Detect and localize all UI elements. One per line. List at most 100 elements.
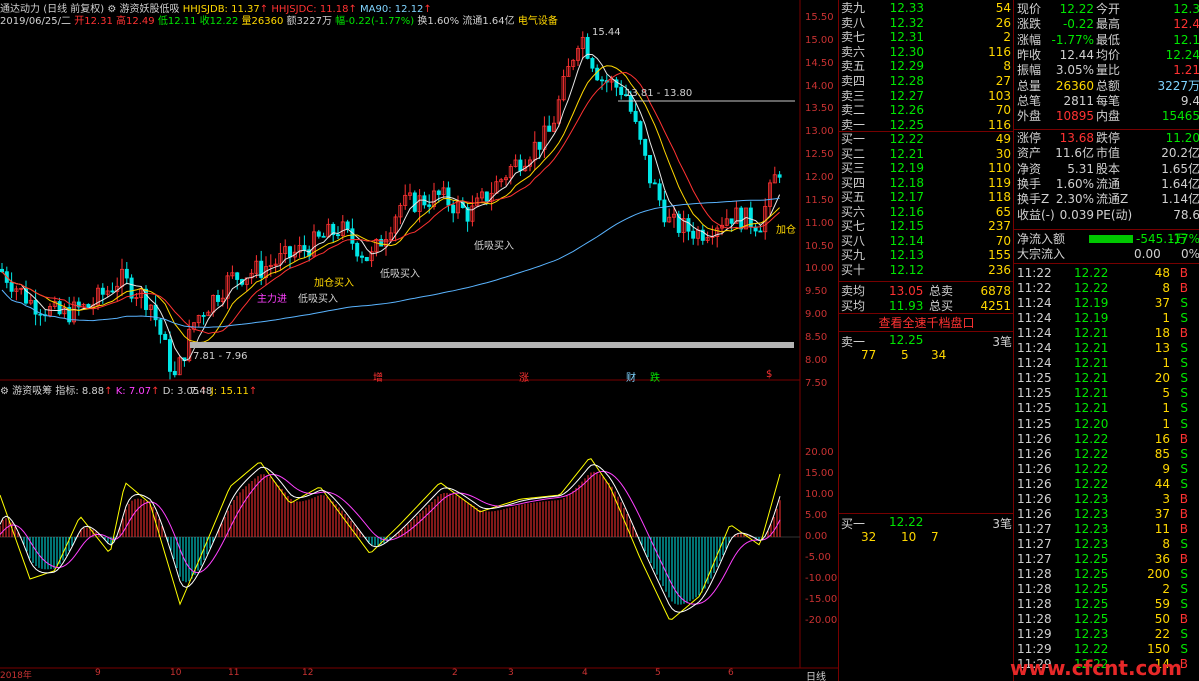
candle-body[interactable] — [547, 125, 552, 132]
depth-sell-price: 12.25 — [889, 333, 924, 347]
candle-body[interactable] — [167, 339, 172, 372]
chart-area[interactable]: 通达动力 (日线 前复权) ⚙ 游资妖股低吸 HHJSJDB: 11.37↑ H… — [0, 0, 838, 681]
candle-body[interactable] — [124, 268, 129, 279]
candle-body[interactable] — [172, 370, 177, 376]
settings-icon[interactable]: ⚙ — [0, 386, 9, 397]
tick-side: S — [1180, 356, 1188, 371]
sell-level[interactable]: 卖三 12.27 103 — [839, 89, 1014, 103]
buy-level[interactable]: 买八 12.14 70 — [839, 234, 1014, 248]
candle-body[interactable] — [652, 182, 657, 185]
candle-body[interactable] — [163, 333, 168, 340]
candle-body[interactable] — [287, 246, 292, 258]
buy-level[interactable]: 买七 12.15 237 — [839, 219, 1014, 233]
buy-level[interactable]: 买四 12.18 119 — [839, 176, 1014, 190]
candle-body[interactable] — [201, 315, 206, 317]
candle-body[interactable] — [537, 141, 542, 150]
candle-body[interactable] — [662, 199, 667, 223]
candle-body[interactable] — [110, 290, 115, 293]
buy-level[interactable]: 买十 12.12 236 — [839, 263, 1014, 277]
candle-body[interactable] — [436, 190, 441, 195]
candle-body[interactable] — [100, 287, 105, 295]
tick-volume: 8 — [1162, 536, 1170, 551]
bar-sector[interactable]: 电气设备 — [518, 16, 558, 27]
candle-body[interactable] — [518, 159, 523, 172]
candle-body[interactable] — [633, 110, 638, 122]
candle-body[interactable] — [364, 256, 369, 262]
candle-body[interactable] — [595, 67, 600, 81]
candle-body[interactable] — [638, 121, 643, 140]
time-tick-label: 5 — [655, 668, 661, 678]
candle-body[interactable] — [33, 299, 38, 315]
candle-body[interactable] — [412, 192, 417, 212]
signal-low-buy-3: 低吸买入 — [474, 241, 514, 252]
buy-level[interactable]: 买一 12.22 49 — [839, 132, 1014, 146]
candle-body[interactable] — [657, 183, 662, 201]
candle-body[interactable] — [686, 218, 691, 232]
block-inflow-row[interactable]: 大宗流入 0.00 0% — [1014, 246, 1199, 263]
candle-body[interactable] — [619, 86, 624, 96]
buy-level-label: 买三 — [841, 161, 866, 175]
tick-volume: 13 — [1154, 341, 1170, 356]
kdj-name[interactable]: 游资吸筹 — [12, 386, 52, 397]
buy-level-price: 12.15 — [889, 219, 924, 233]
candle-body[interactable] — [590, 58, 595, 69]
buy-level[interactable]: 买六 12.16 65 — [839, 205, 1014, 219]
sell-level[interactable]: 卖四 12.28 27 — [839, 74, 1014, 88]
candle-body[interactable] — [321, 235, 326, 238]
buy-level[interactable]: 买二 12.21 30 — [839, 147, 1014, 161]
depth-sell-head[interactable]: 卖一 12.25 3笔 — [839, 333, 1014, 349]
candle-body[interactable] — [350, 228, 355, 244]
buy-level[interactable]: 买九 12.13 155 — [839, 248, 1014, 262]
candle-body[interactable] — [86, 303, 91, 308]
candle-body[interactable] — [758, 230, 763, 233]
candle-body[interactable] — [0, 268, 4, 273]
marker-4[interactable]: 跌 — [650, 369, 660, 384]
buy-level[interactable]: 买五 12.17 118 — [839, 190, 1014, 204]
candle-body[interactable] — [235, 272, 240, 280]
candle-body[interactable] — [38, 313, 43, 316]
candle-body[interactable] — [484, 191, 489, 202]
sell-level[interactable]: 卖八 12.32 26 — [839, 16, 1014, 30]
sell-level[interactable]: 卖二 12.26 70 — [839, 103, 1014, 117]
buy-level[interactable]: 买三 12.19 110 — [839, 161, 1014, 175]
candle-body[interactable] — [427, 204, 432, 207]
period-button[interactable]: 日线 — [806, 668, 826, 681]
tick-time: 11:26 — [1017, 446, 1052, 461]
full-depth-button[interactable]: 查看全速千档盘口 — [839, 314, 1014, 330]
candle-body[interactable] — [335, 234, 340, 237]
sell-level[interactable]: 卖一 12.25 116 — [839, 118, 1014, 132]
marker-2[interactable]: 涨 — [519, 369, 529, 384]
sell-level[interactable]: 卖七 12.31 2 — [839, 30, 1014, 44]
candle-body[interactable] — [643, 138, 648, 156]
marker-3[interactable]: 财 — [626, 369, 636, 384]
tick-volume: 44 — [1154, 476, 1170, 491]
candle-body[interactable] — [359, 255, 364, 258]
marker-1[interactable]: 增 — [373, 369, 383, 384]
candle-body[interactable] — [158, 319, 163, 335]
sell-level[interactable]: 卖六 12.30 116 — [839, 45, 1014, 59]
candle-body[interactable] — [355, 242, 360, 257]
candle-body[interactable] — [777, 174, 782, 178]
candle-body[interactable] — [739, 207, 744, 230]
candle-body[interactable] — [302, 245, 307, 251]
sell-level[interactable]: 卖五 12.29 8 — [839, 59, 1014, 73]
candle-body[interactable] — [600, 79, 605, 82]
candle-body[interactable] — [451, 204, 456, 214]
candle-body[interactable] — [691, 230, 696, 239]
candlestick-chart[interactable] — [0, 0, 838, 681]
tick-volume: 3 — [1162, 491, 1170, 506]
candle-body[interactable] — [729, 218, 734, 224]
marker-5[interactable]: $ — [766, 369, 772, 380]
tick-time: 11:22 — [1017, 281, 1052, 296]
candle-body[interactable] — [215, 294, 220, 302]
candle-body[interactable] — [57, 301, 62, 315]
sell-level-label: 卖一 — [841, 117, 866, 132]
candle-body[interactable] — [345, 221, 350, 230]
candle-body[interactable] — [316, 231, 321, 237]
depth-buy-head[interactable]: 买一 12.22 3笔 — [839, 515, 1014, 531]
candle-body[interactable] — [9, 282, 14, 292]
candle-body[interactable] — [648, 155, 653, 184]
sell-level[interactable]: 卖九 12.33 54 — [839, 1, 1014, 15]
tick-side: B — [1179, 281, 1188, 296]
tick-price: 12.22 — [1074, 266, 1109, 280]
